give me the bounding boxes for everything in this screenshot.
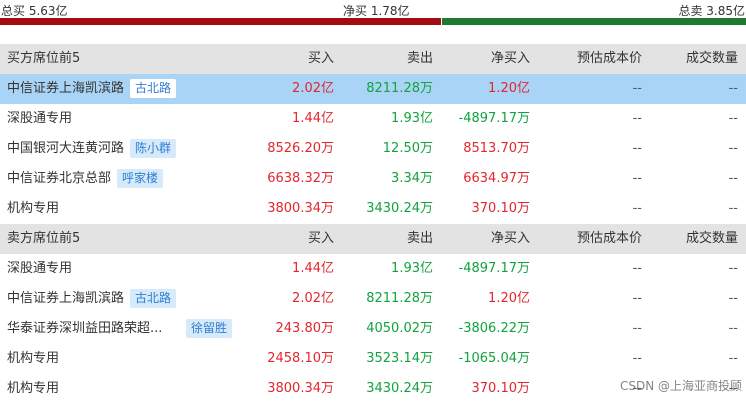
seat-name: 机构专用 [7,351,59,366]
watermark: CSDN @上海亚商投顾 [620,377,742,394]
sell-amount: 3.34万 [391,164,433,194]
volume: -- [729,104,738,134]
buy-amount: 8526.20万 [267,134,334,164]
seat-name: 深股通专用 [7,261,72,276]
cost-price: -- [633,104,642,134]
net-amount: 8513.70万 [463,134,530,164]
seat-name: 中国银河大连黄河路 [7,141,124,156]
header-buy: 买入 [308,44,334,74]
trader-tag[interactable]: 古北路 [130,79,176,98]
buyers-header-row: 买方席位前5 买入 卖出 净买入 预估成本价 成交数量 [0,44,746,74]
cost-price: -- [633,284,642,314]
header-sell: 卖出 [407,44,433,74]
header-cost: 预估成本价 [577,44,642,74]
cost-price: -- [633,164,642,194]
buy-amount: 243.80万 [276,314,335,344]
buy-amount: 6638.32万 [267,164,334,194]
total-buy-label: 总买 5.63亿 [1,2,68,19]
sell-amount: 3430.24万 [366,194,433,224]
net-buy-label: 净买 1.78亿 [343,2,410,19]
volume: -- [729,164,738,194]
table-row[interactable]: 中信证券上海凯滨路古北路 2.02亿 8211.28万 1.20亿 -- -- [0,74,746,104]
net-amount: 6634.97万 [463,164,530,194]
sell-amount: 1.93亿 [391,104,433,134]
sellers-header-name: 卖方席位前5 [7,224,287,254]
volume: -- [729,284,738,314]
table-row[interactable]: 华泰证券深圳益田路荣超... 徐留胜 243.80万 4050.02万 -380… [0,314,746,344]
header-cost: 预估成本价 [577,224,642,254]
buyers-header-name: 买方席位前5 [7,44,287,74]
sell-amount: 8211.28万 [366,284,433,314]
summary-bar: 总买 5.63亿 净买 1.78亿 总卖 3.85亿 [0,0,746,30]
seat-name: 机构专用 [7,381,59,396]
table-row[interactable]: 中国银河大连黄河路陈小群 8526.20万 12.50万 8513.70万 --… [0,134,746,164]
seat-name: 中信证券北京总部 [7,171,111,186]
buy-amount: 2458.10万 [267,344,334,374]
seat-name: 华泰证券深圳益田路荣超... [7,321,162,336]
sell-amount: 4050.02万 [366,314,433,344]
trader-tag[interactable]: 陈小群 [130,139,176,158]
table-row[interactable]: 深股通专用 1.44亿 1.93亿 -4897.17万 -- -- [0,254,746,284]
net-amount: 1.20亿 [488,284,530,314]
sell-amount: 12.50万 [383,134,433,164]
header-net: 净买入 [491,224,530,254]
dragon-tiger-table: 买方席位前5 买入 卖出 净买入 预估成本价 成交数量 中信证券上海凯滨路古北路… [0,44,746,404]
buy-amount: 1.44亿 [292,254,334,284]
seat-name: 中信证券上海凯滨路 [7,81,124,96]
buy-amount: 3800.34万 [267,194,334,224]
buy-amount: 2.02亿 [292,74,334,104]
seat-name: 中信证券上海凯滨路 [7,291,124,306]
volume: -- [729,74,738,104]
trader-tag[interactable]: 古北路 [130,289,176,308]
sell-ratio-bar [442,18,746,25]
buy-amount: 1.44亿 [292,104,334,134]
seat-name: 机构专用 [7,201,59,216]
net-amount: -4897.17万 [459,254,530,284]
cost-price: -- [633,254,642,284]
sell-amount: 1.93亿 [391,254,433,284]
header-buy: 买入 [308,224,334,254]
total-sell-label: 总卖 3.85亿 [678,2,745,19]
buy-amount: 2.02亿 [292,284,334,314]
table-row[interactable]: 中信证券上海凯滨路古北路 2.02亿 8211.28万 1.20亿 -- -- [0,284,746,314]
cost-price: -- [633,74,642,104]
sell-amount: 3523.14万 [366,344,433,374]
cost-price: -- [633,344,642,374]
buy-ratio-bar [0,18,441,25]
trader-tag[interactable]: 徐留胜 [186,319,232,338]
table-row[interactable]: 中信证券北京总部呼家楼 6638.32万 3.34万 6634.97万 -- -… [0,164,746,194]
net-amount: -3806.22万 [459,314,530,344]
net-amount: 370.10万 [472,194,531,224]
cost-price: -- [633,314,642,344]
volume: -- [729,194,738,224]
sell-amount: 8211.28万 [366,74,433,104]
volume: -- [729,314,738,344]
volume: -- [729,134,738,164]
net-amount: -1065.04万 [459,344,530,374]
table-row[interactable]: 深股通专用 1.44亿 1.93亿 -4897.17万 -- -- [0,104,746,134]
cost-price: -- [633,194,642,224]
volume: -- [729,254,738,284]
table-row[interactable]: 机构专用 3800.34万 3430.24万 370.10万 -- -- [0,194,746,224]
seat-name: 深股通专用 [7,111,72,126]
net-amount: 1.20亿 [488,74,530,104]
header-volume: 成交数量 [686,44,738,74]
table-row[interactable]: 机构专用 2458.10万 3523.14万 -1065.04万 -- -- [0,344,746,374]
sellers-header-row: 卖方席位前5 买入 卖出 净买入 预估成本价 成交数量 [0,224,746,254]
net-amount: -4897.17万 [459,104,530,134]
cost-price: -- [633,134,642,164]
header-sell: 卖出 [407,224,433,254]
header-volume: 成交数量 [686,224,738,254]
header-net: 净买入 [491,44,530,74]
volume: -- [729,344,738,374]
trader-tag[interactable]: 呼家楼 [117,169,163,188]
